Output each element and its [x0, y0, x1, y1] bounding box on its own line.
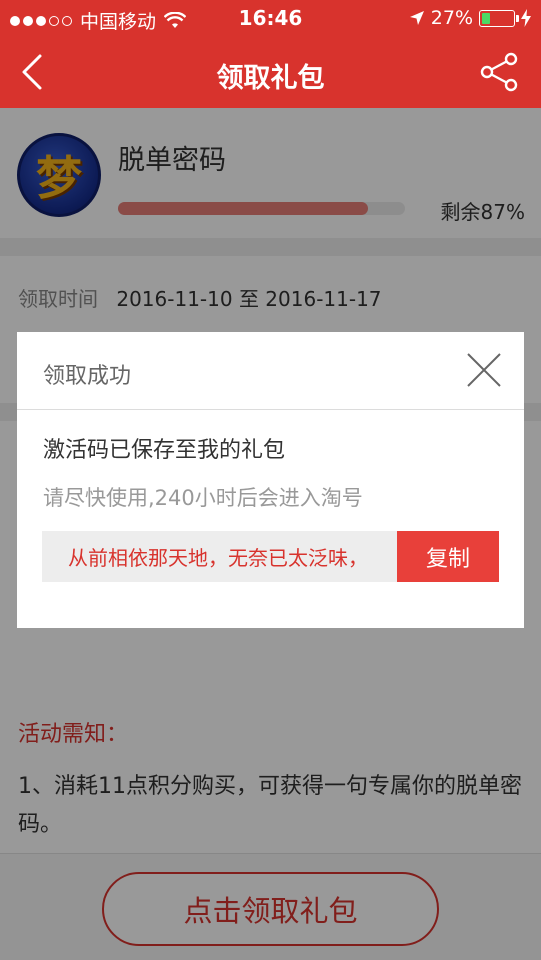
dialog-hint: 请尽快使用,240小时后会进入淘号	[43, 486, 363, 510]
status-bar: 中国移动 16:46 27%	[0, 0, 541, 36]
dialog-header: 领取成功	[17, 332, 524, 410]
battery-icon	[479, 9, 519, 27]
close-icon[interactable]	[464, 350, 504, 390]
copy-button[interactable]: 复制	[397, 531, 499, 582]
dialog-message: 激活码已保存至我的礼包	[43, 438, 286, 463]
share-icon[interactable]	[479, 52, 519, 92]
charging-bolt-icon	[521, 9, 531, 27]
location-arrow-icon	[409, 11, 424, 25]
navigation-bar: 领取礼包	[0, 36, 541, 108]
activation-code: 从前相依那天地，无奈已太泛味，	[42, 531, 397, 582]
claim-success-dialog: 领取成功 激活码已保存至我的礼包 请尽快使用,240小时后会进入淘号 从前相依那…	[17, 332, 524, 628]
dialog-title: 领取成功	[43, 364, 132, 389]
battery-percent: 27%	[430, 7, 473, 29]
page-title: 领取礼包	[216, 63, 325, 94]
